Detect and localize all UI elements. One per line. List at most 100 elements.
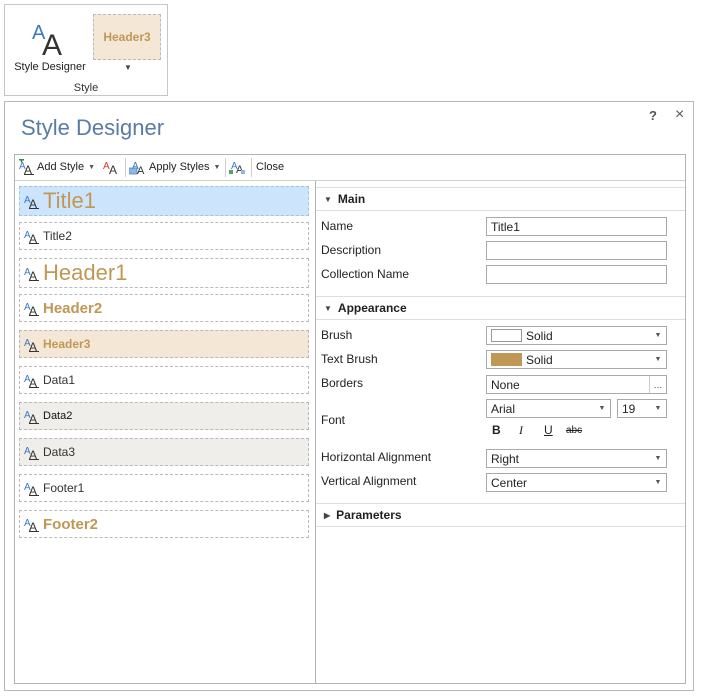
dialog-title: Style Designer — [21, 115, 165, 140]
aa-style-icon — [24, 481, 40, 496]
style-item-data3[interactable]: Data3 — [19, 438, 309, 466]
prop-halign-label: Horizontal Alignment — [321, 450, 432, 464]
prop-brush-label: Brush — [321, 328, 353, 342]
dropdown-arrow-icon[interactable]: ▼ — [650, 327, 666, 344]
aa-style-icon — [24, 373, 40, 388]
category-appearance[interactable]: ▼ Appearance — [316, 296, 685, 320]
category-label: Parameters — [336, 508, 402, 522]
style-list: Title1 Title2 Header1 Header2 Header3 Da… — [15, 181, 316, 683]
toolbar: Add Style ▼ A A A A Apply Styles ▼ A A C… — [15, 155, 685, 181]
designer-body: Add Style ▼ A A A A Apply Styles ▼ A A C… — [14, 154, 686, 684]
style-item-label: Footer2 — [43, 515, 99, 533]
brush-select[interactable]: Solid ▼ — [486, 326, 667, 345]
grid-style-button[interactable]: A A — [229, 158, 247, 176]
aa-style-icon — [24, 517, 40, 532]
svg-text:A: A — [42, 29, 62, 57]
font-format-bar: B I U abc — [486, 423, 606, 441]
add-style-label: Add Style — [37, 161, 85, 173]
prop-description-label: Description — [321, 243, 382, 257]
style-item-header2[interactable]: Header2 — [19, 294, 309, 322]
underline-button[interactable]: U — [544, 423, 553, 437]
style-designer-icon: A A — [32, 22, 62, 57]
style-item-label: Header3 — [43, 337, 91, 351]
apply-styles-dropdown-icon: ▼ — [213, 163, 221, 171]
collapse-triangle-icon: ▼ — [324, 194, 332, 204]
style-item-data1[interactable]: Data1 — [19, 366, 309, 394]
category-label: Appearance — [337, 301, 407, 315]
prop-name-label: Name — [321, 219, 354, 233]
ribbon-group-label: Style — [73, 82, 99, 94]
vertical-alignment-select[interactable]: Center ▼ — [486, 473, 667, 492]
font-family-select[interactable]: Arial ▼ — [486, 399, 611, 418]
style-designer-button[interactable]: A A Style Designer — [10, 19, 88, 79]
property-grid: ▼ Main Name Title1 Description Collectio… — [316, 181, 685, 683]
help-button[interactable]: ? — [649, 108, 657, 123]
brush-value: Solid — [526, 328, 553, 343]
aa-style-icon — [24, 301, 40, 316]
style-item-label: Title2 — [43, 229, 72, 243]
close-icon[interactable]: × — [675, 106, 684, 124]
dropdown-arrow-icon[interactable]: ▼ — [650, 400, 666, 417]
gallery-dropdown-icon[interactable]: ▼ — [123, 64, 133, 72]
style-item-footer1[interactable]: Footer1 — [19, 474, 309, 502]
style-item-label: Data1 — [43, 373, 76, 387]
style-item-header3[interactable]: Header3 — [19, 330, 309, 358]
dropdown-arrow-icon[interactable]: ▼ — [650, 474, 666, 491]
font-size-select[interactable]: 19 ▼ — [617, 399, 667, 418]
expand-triangle-icon: ▶ — [324, 510, 331, 520]
svg-text:A: A — [109, 163, 117, 175]
italic-button[interactable]: I — [519, 423, 523, 438]
font-size-value: 19 — [622, 401, 636, 416]
collection-name-input[interactable] — [486, 265, 667, 284]
style-item-footer2[interactable]: Footer2 — [19, 510, 309, 538]
dropdown-arrow-icon[interactable]: ▼ — [594, 400, 610, 417]
valign-value: Center — [491, 475, 528, 490]
toolbar-separator — [251, 158, 252, 177]
horizontal-alignment-select[interactable]: Right ▼ — [486, 449, 667, 468]
collapse-triangle-icon: ▼ — [324, 303, 332, 313]
close-button[interactable]: Close — [256, 158, 284, 176]
style-gallery-item-header3[interactable]: Header3 — [93, 14, 161, 60]
apply-styles-label: Apply Styles — [149, 161, 210, 173]
aa-style-icon — [24, 194, 40, 209]
font-family-value: Arial — [491, 401, 516, 416]
prop-borders-label: Borders — [321, 376, 364, 390]
toolbar-separator — [125, 158, 126, 177]
dropdown-arrow-icon[interactable]: ▼ — [650, 351, 666, 368]
text-brush-swatch — [491, 353, 522, 366]
style-item-label: Footer1 — [43, 481, 85, 495]
aa-style-icon — [24, 445, 40, 460]
category-main[interactable]: ▼ Main — [316, 187, 685, 211]
aa-style-icon — [24, 229, 40, 244]
aa-style-icon — [24, 409, 40, 424]
apply-styles-icon: A A — [129, 161, 145, 175]
toolbar-separator — [225, 158, 226, 177]
aa-style-icon — [24, 266, 40, 281]
add-style-button[interactable]: Add Style ▼ — [19, 158, 95, 176]
description-input[interactable] — [486, 241, 667, 260]
ribbon-group-style: A A Style Designer Header3 ▼ Style — [4, 4, 168, 96]
prop-font-label: Font — [321, 413, 346, 427]
bold-button[interactable]: B — [492, 423, 501, 437]
category-parameters[interactable]: ▶ Parameters — [316, 503, 685, 527]
apply-styles-button[interactable]: A A Apply Styles ▼ — [129, 158, 220, 176]
style-item-title1[interactable]: Title1 — [19, 186, 309, 216]
name-input[interactable]: Title1 — [486, 217, 667, 236]
style-item-header1[interactable]: Header1 — [19, 258, 309, 288]
halign-value: Right — [491, 451, 520, 466]
text-brush-select[interactable]: Solid ▼ — [486, 350, 667, 369]
aa-style-icon — [24, 337, 40, 352]
borders-field[interactable]: None … — [486, 375, 667, 394]
brush-swatch — [491, 329, 522, 342]
style-item-label: Header2 — [43, 299, 103, 317]
prop-valign-label: Vertical Alignment — [321, 474, 417, 488]
ellipsis-button[interactable]: … — [649, 376, 666, 393]
style-item-title2[interactable]: Title2 — [19, 222, 309, 250]
style-item-data2[interactable]: Data2 — [19, 402, 309, 430]
strikethrough-button[interactable]: abc — [566, 425, 582, 436]
text-brush-value: Solid — [526, 352, 553, 367]
format-style-button[interactable]: A A — [103, 158, 121, 176]
format-icon: A A — [103, 161, 117, 175]
dropdown-arrow-icon[interactable]: ▼ — [650, 450, 666, 467]
style-designer-dialog: Style Designer ? × Add Style ▼ A A A A A… — [4, 101, 694, 691]
